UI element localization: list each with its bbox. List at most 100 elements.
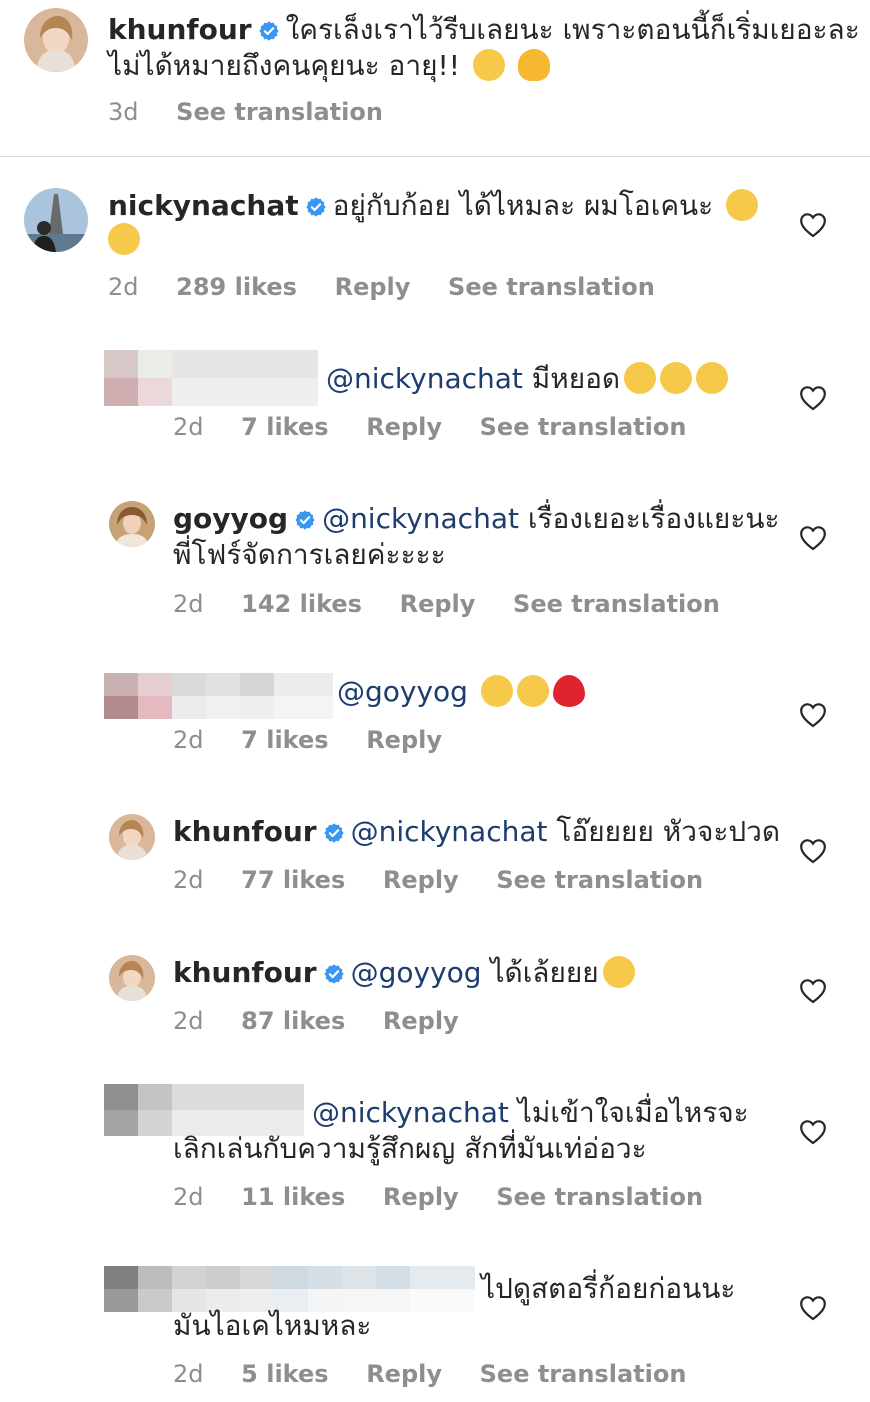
- comment-6-reply[interactable]: Reply: [383, 1183, 459, 1211]
- red-heart-emoji-icon: [552, 675, 585, 707]
- comment-0-username[interactable]: nickynachat: [108, 189, 299, 222]
- comment-1-mention[interactable]: @nickynachat: [326, 362, 523, 395]
- avatar-photo-icon: [109, 814, 155, 860]
- comment-0-line-1: nickynachat อยู่กับก้อย ได้ไหมละ ผมโอเคนะ: [108, 188, 759, 224]
- comment-4-line-1: khunfour @nickynachat โอ๊ยยยย หัวจะปวด: [173, 814, 780, 850]
- comment-7-meta: 2d 5 likes Reply See translation: [173, 1359, 716, 1389]
- caption-meta: 3d See translation: [108, 97, 413, 127]
- blurred-avatar-username: [104, 1266, 475, 1312]
- comment-4-time: 2d: [173, 866, 204, 894]
- zany-face-emoji-icon: [726, 189, 759, 221]
- comment-5-time: 2d: [173, 1007, 204, 1035]
- comment-5-username[interactable]: khunfour: [173, 956, 317, 989]
- caption-see-translation[interactable]: See translation: [176, 98, 383, 126]
- comment-7-reply[interactable]: Reply: [366, 1360, 442, 1388]
- comment-0-reply[interactable]: Reply: [335, 273, 411, 301]
- caption-username[interactable]: khunfour: [108, 13, 252, 46]
- comment-0-time: 2d: [108, 273, 139, 301]
- comment-6-line-1: @nickynachat ไม่เข้าใจเมื่อไหรจะ: [312, 1095, 749, 1131]
- comment-7-text-1: ไปดูสตอรี่ก้อยก่อนนะ: [481, 1272, 736, 1305]
- heart-eyes-emoji-icon: [516, 675, 549, 707]
- comment-4-username[interactable]: khunfour: [173, 815, 317, 848]
- avatar-goyyog[interactable]: [109, 501, 155, 547]
- saluting-face-emoji-icon: [602, 956, 635, 988]
- heart-icon[interactable]: [799, 212, 827, 238]
- comment-5-likes[interactable]: 87 likes: [241, 1007, 345, 1035]
- comment-6-text-2: เลิกเล่นกับความรู้สึกผญ สักที่มันเท่อ่อว…: [173, 1132, 647, 1165]
- comment-2-username[interactable]: goyyog: [173, 502, 288, 535]
- comment-6-mention[interactable]: @nickynachat: [312, 1096, 509, 1129]
- comment-6-likes[interactable]: 11 likes: [241, 1183, 345, 1211]
- comment-4-see-translation[interactable]: See translation: [496, 866, 703, 894]
- comment-1-likes[interactable]: 7 likes: [241, 413, 328, 441]
- comment-0-likes[interactable]: 289 likes: [176, 273, 297, 301]
- comment-5-mention[interactable]: @goyyog: [351, 956, 482, 989]
- verified-badge-icon: [305, 196, 327, 218]
- heart-icon[interactable]: [799, 702, 827, 728]
- comment-3-likes[interactable]: 7 likes: [241, 726, 328, 754]
- verified-badge-icon: [323, 822, 345, 844]
- melting-face-emoji-icon: [517, 49, 550, 81]
- comment-2-line-1: goyyog @nickynachat เรื่องเยอะเรื่องแยะนะ: [173, 501, 780, 537]
- avatar-khunfour[interactable]: [109, 955, 155, 1001]
- comment-1-see-translation[interactable]: See translation: [480, 413, 687, 441]
- blurred-avatar-username: [104, 1084, 304, 1136]
- comment-3-time: 2d: [173, 726, 204, 754]
- comment-2-likes[interactable]: 142 likes: [241, 590, 362, 618]
- comment-2-time: 2d: [173, 590, 204, 618]
- comment-3-mention[interactable]: @goyyog: [337, 675, 468, 708]
- avatar-khunfour[interactable]: [24, 8, 88, 72]
- comment-4-mention[interactable]: @nickynachat: [351, 815, 548, 848]
- heart-icon[interactable]: [799, 1119, 827, 1145]
- comment-7-likes[interactable]: 5 likes: [241, 1360, 328, 1388]
- comment-6-see-translation[interactable]: See translation: [496, 1183, 703, 1211]
- comment-3-reply[interactable]: Reply: [366, 726, 442, 754]
- comment-2-line-2: พี่โฟร์จัดการเลยค่ะะะะ: [173, 537, 446, 573]
- comment-1-reply[interactable]: Reply: [366, 413, 442, 441]
- comment-7-see-translation[interactable]: See translation: [480, 1360, 687, 1388]
- comment-0-line-2: [108, 222, 140, 258]
- comment-6-line-2: เลิกเล่นกับความรู้สึกผญ สักที่มันเท่อ่อว…: [173, 1131, 647, 1167]
- caption-line-1: khunfour ใครเล็งเราไว้รีบเลยนะ เพราะตอนนี…: [108, 12, 860, 48]
- avatar-nickynachat[interactable]: [24, 188, 88, 252]
- comment-6-meta: 2d 11 likes Reply See translation: [173, 1182, 733, 1212]
- comment-2-meta: 2d 142 likes Reply See translation: [173, 589, 750, 619]
- avatar-photo-icon: [109, 501, 155, 547]
- comment-4-meta: 2d 77 likes Reply See translation: [173, 865, 733, 895]
- avatar-photo-icon: [109, 955, 155, 1001]
- comment-2-mention[interactable]: @nickynachat: [322, 502, 519, 535]
- heart-icon[interactable]: [799, 385, 827, 411]
- comment-2-text-1: เรื่องเยอะเรื่องแยะนะ: [527, 502, 780, 535]
- comment-0-see-translation[interactable]: See translation: [448, 273, 655, 301]
- comment-4-text: โอ๊ยยยย หัวจะปวด: [556, 815, 781, 848]
- comment-5-reply[interactable]: Reply: [383, 1007, 459, 1035]
- comment-2-text-2: พี่โฟร์จัดการเลยค่ะะะะ: [173, 538, 446, 571]
- comment-5-meta: 2d 87 likes Reply: [173, 1006, 489, 1036]
- heart-icon[interactable]: [799, 978, 827, 1004]
- comment-1-text: มีหยอด: [531, 362, 621, 395]
- comment-5-line-1: khunfour @goyyog ได้เล้ยยย: [173, 955, 635, 991]
- verified-badge-icon: [294, 509, 316, 531]
- avatar-photo-icon: [24, 8, 88, 72]
- avatar-khunfour[interactable]: [109, 814, 155, 860]
- comment-4-likes[interactable]: 77 likes: [241, 866, 345, 894]
- comment-0-meta: 2d 289 likes Reply See translation: [108, 272, 685, 302]
- comment-2-reply[interactable]: Reply: [400, 590, 476, 618]
- comment-7-text-2: มันไอเคไหมหละ: [173, 1309, 372, 1342]
- comment-5-text: ได้เล้ยยย: [490, 956, 599, 989]
- heart-icon[interactable]: [799, 525, 827, 551]
- comment-1-line-1: @nickynachat มีหยอด: [326, 361, 729, 397]
- verified-badge-icon: [258, 20, 280, 42]
- heart-icon[interactable]: [799, 838, 827, 864]
- zany-face-emoji-icon: [108, 223, 140, 255]
- comment-2-see-translation[interactable]: See translation: [513, 590, 720, 618]
- caption-text-2: ไม่ได้หมายถึงคนคุยนะ อายุ!!: [108, 49, 460, 82]
- laughing-tears-emoji-icon: [624, 362, 657, 394]
- shocked-face-emoji-icon: [472, 49, 505, 81]
- blurred-avatar-username: [104, 673, 333, 719]
- heart-icon[interactable]: [799, 1295, 827, 1321]
- comment-1-meta: 2d 7 likes Reply See translation: [173, 412, 716, 442]
- verified-badge-icon: [323, 963, 345, 985]
- comment-4-reply[interactable]: Reply: [383, 866, 459, 894]
- blurred-avatar-username: [104, 350, 318, 406]
